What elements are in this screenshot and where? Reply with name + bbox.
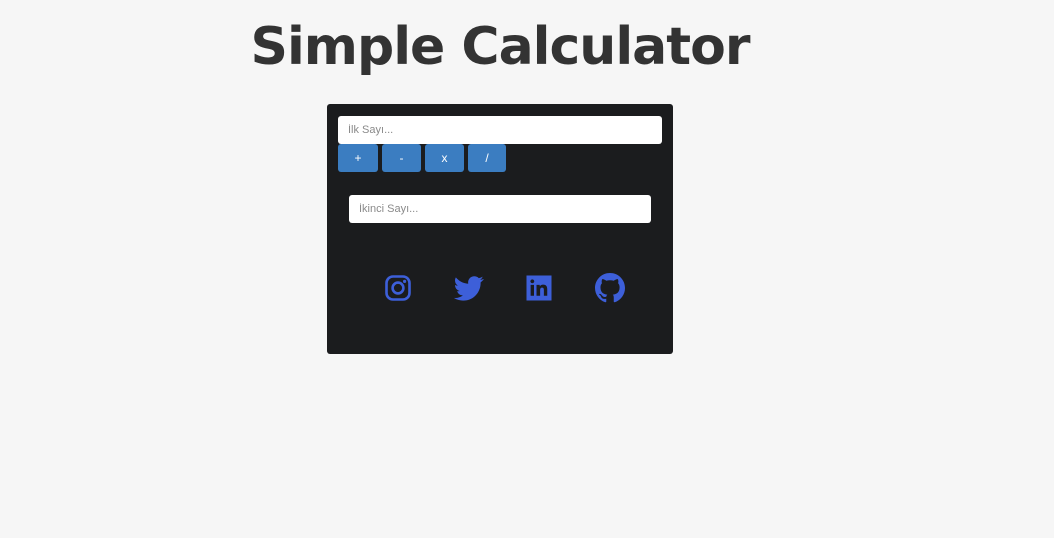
first-number-input[interactable] bbox=[338, 116, 662, 144]
linkedin-icon bbox=[526, 275, 552, 301]
add-button[interactable]: + bbox=[338, 144, 378, 172]
subtract-button[interactable]: - bbox=[382, 144, 421, 172]
divide-button[interactable]: / bbox=[468, 144, 506, 172]
instagram-link[interactable] bbox=[383, 273, 413, 303]
instagram-icon bbox=[385, 275, 411, 301]
twitter-link[interactable] bbox=[454, 273, 484, 303]
page: Simple Calculator + - x / bbox=[0, 0, 1054, 538]
calculator-panel: + - x / bbox=[327, 104, 673, 354]
linkedin-link[interactable] bbox=[524, 273, 554, 303]
second-number-input[interactable] bbox=[349, 195, 651, 223]
multiply-button[interactable]: x bbox=[425, 144, 464, 172]
github-link[interactable] bbox=[595, 273, 625, 303]
page-title: Simple Calculator bbox=[250, 17, 751, 77]
social-links bbox=[327, 273, 673, 305]
operator-buttons: + - x / bbox=[338, 144, 506, 172]
twitter-icon bbox=[454, 276, 484, 301]
github-icon bbox=[595, 273, 625, 303]
